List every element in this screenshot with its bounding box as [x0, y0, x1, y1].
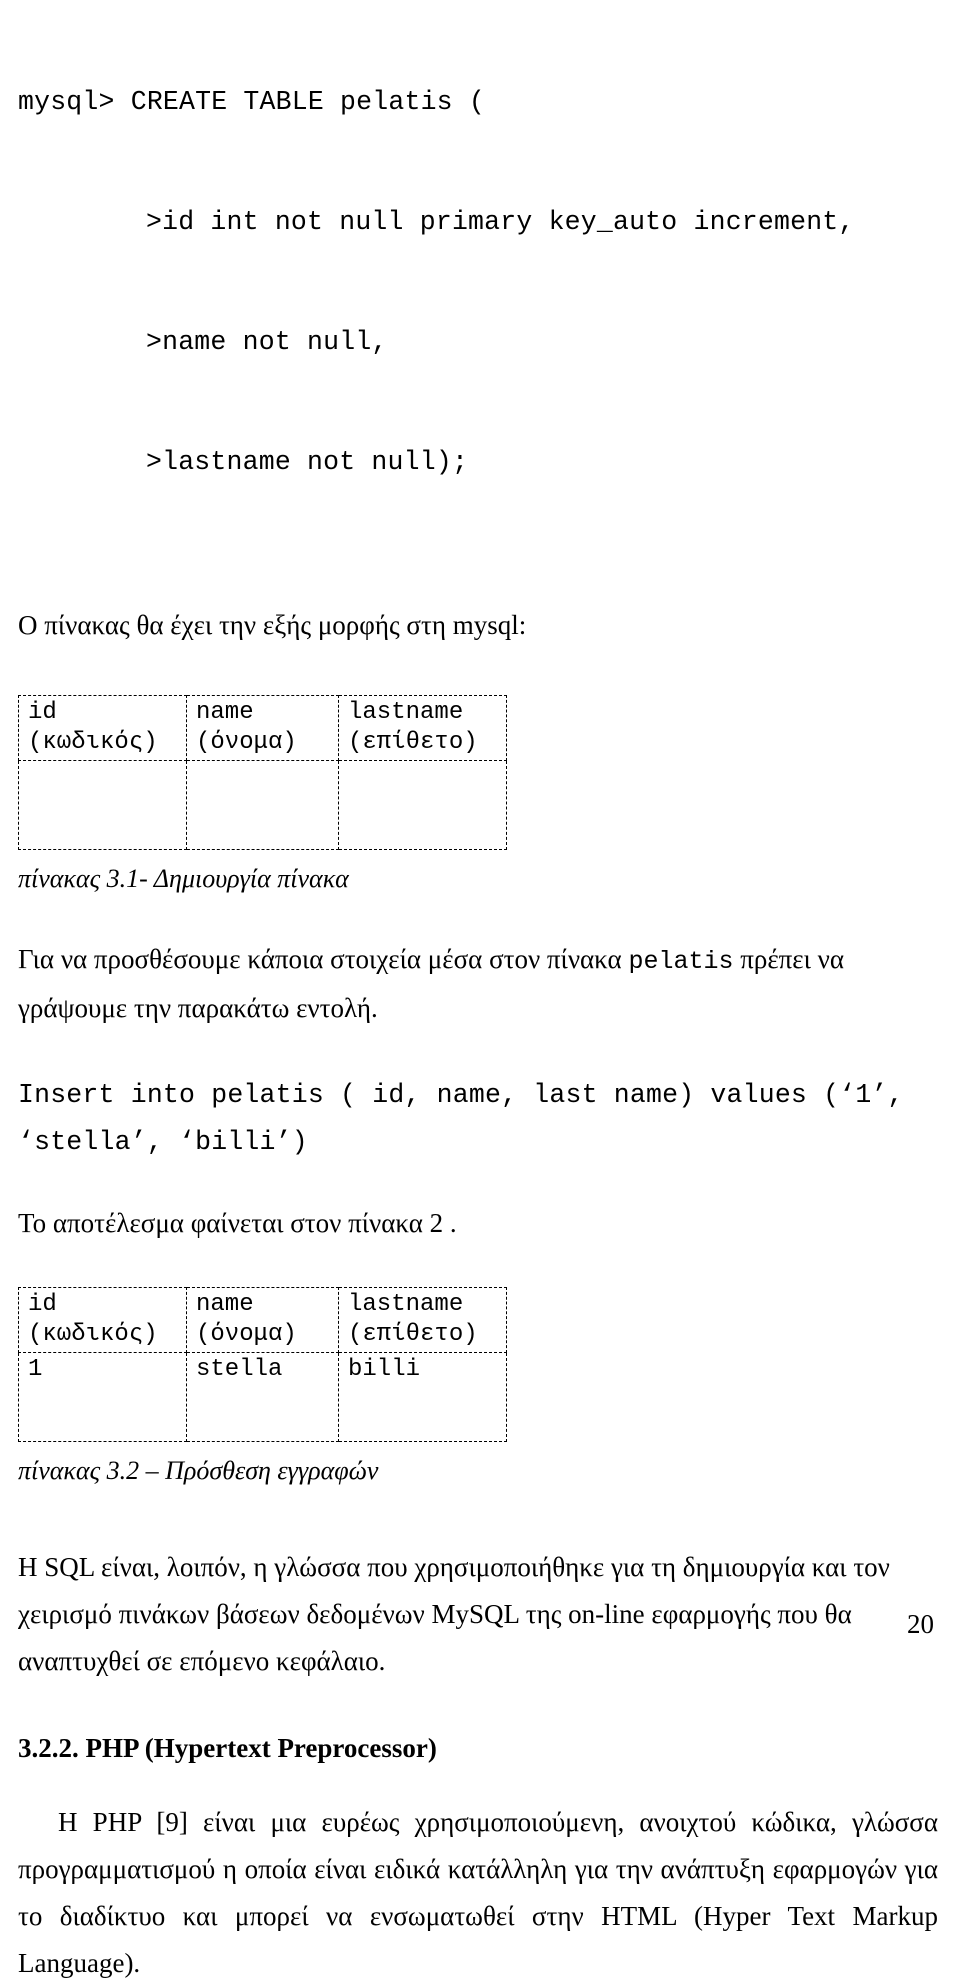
intro-paragraph: Ο πίνακας θα έχει την εξής μορφής στη my…	[18, 610, 527, 640]
table-cell: id (κωδικός)	[18, 695, 187, 761]
inline-code-table-name: pelatis	[628, 947, 734, 976]
table-cell: id (κωδικός)	[18, 1287, 187, 1353]
paragraph-text-part1: Για να προσθέσουμε κάποια στοιχεία μέσα …	[18, 944, 629, 974]
table-cell: lastname (επίθετο)	[338, 695, 507, 761]
table-cell: 1	[18, 1352, 187, 1442]
table-header-row: id (κωδικός) name (όνομα) lastname (επίθ…	[18, 1287, 507, 1353]
paragraph-result: Το αποτέλεσμα φαίνεται στον πίνακα 2 .	[18, 1208, 457, 1238]
table-cell	[18, 760, 187, 850]
column-header-name: name	[196, 1291, 254, 1318]
column-header-greek: (επίθετο)	[348, 1321, 478, 1348]
paragraph-php-description: Η PHP [9] είναι μια ευρέως χρησιμοποιούμ…	[18, 1807, 938, 1978]
paragraph-sql-summary: Η SQL είναι, λοιπόν, η γλώσσα που χρησιμ…	[18, 1552, 890, 1676]
code-block-create-table: mysql> CREATE TABLE pelatis ( >id int no…	[18, 0, 938, 562]
code-line: mysql> CREATE TABLE pelatis (	[18, 87, 485, 117]
table-cell: name (όνομα)	[186, 1287, 339, 1353]
code-block-insert: Insert into pelatis ( id, name, last nam…	[18, 1072, 938, 1166]
table-caption-3-2: πίνακας 3.2 – Πρόσθεση εγγραφών	[18, 1456, 379, 1485]
table-cell	[186, 760, 339, 850]
column-header-greek: (κωδικός)	[28, 1321, 158, 1348]
code-line: >lastname not null);	[146, 447, 469, 477]
table-cell: stella	[186, 1352, 339, 1442]
column-header-name: id	[28, 1291, 57, 1318]
column-header-name: id	[28, 699, 57, 726]
code-line: ‘stella’, ‘billi’)	[18, 1127, 308, 1157]
code-line: >name not null,	[146, 327, 388, 357]
column-header-greek: (όνομα)	[196, 729, 297, 756]
table-header-row: id (κωδικός) name (όνομα) lastname (επίθ…	[18, 695, 507, 761]
column-header-name: lastname	[348, 699, 464, 726]
page-number: 20	[907, 1609, 934, 1639]
table-cell: name (όνομα)	[186, 695, 339, 761]
code-line: Insert into pelatis ( id, name, last nam…	[18, 1080, 904, 1110]
table-cell: lastname (επίθετο)	[338, 1287, 507, 1353]
table-schema-empty: id (κωδικός) name (όνομα) lastname (επίθ…	[18, 695, 507, 850]
column-header-greek: (επίθετο)	[348, 729, 478, 756]
column-header-name: name	[196, 699, 254, 726]
column-header-name: lastname	[348, 1291, 464, 1318]
table-cell	[338, 760, 507, 850]
column-header-greek: (κωδικός)	[28, 729, 158, 756]
table-schema-filled: id (κωδικός) name (όνομα) lastname (επίθ…	[18, 1287, 507, 1442]
table-cell: billi	[338, 1352, 507, 1442]
code-line: >id int not null primary key_auto increm…	[146, 207, 855, 237]
document-page: mysql> CREATE TABLE pelatis ( >id int no…	[0, 0, 960, 1978]
table-caption-3-1: πίνακας 3.1- Δημιουργία πίνακα	[18, 864, 349, 893]
paragraph-insert-intro: Για να προσθέσουμε κάποια στοιχεία μέσα …	[18, 936, 938, 1032]
section-heading-php: 3.2.2. PHP (Hypertext Preprocessor)	[18, 1733, 437, 1763]
table-row: 1 stella billi	[18, 1352, 507, 1442]
column-header-greek: (όνομα)	[196, 1321, 297, 1348]
table-row	[18, 760, 507, 850]
